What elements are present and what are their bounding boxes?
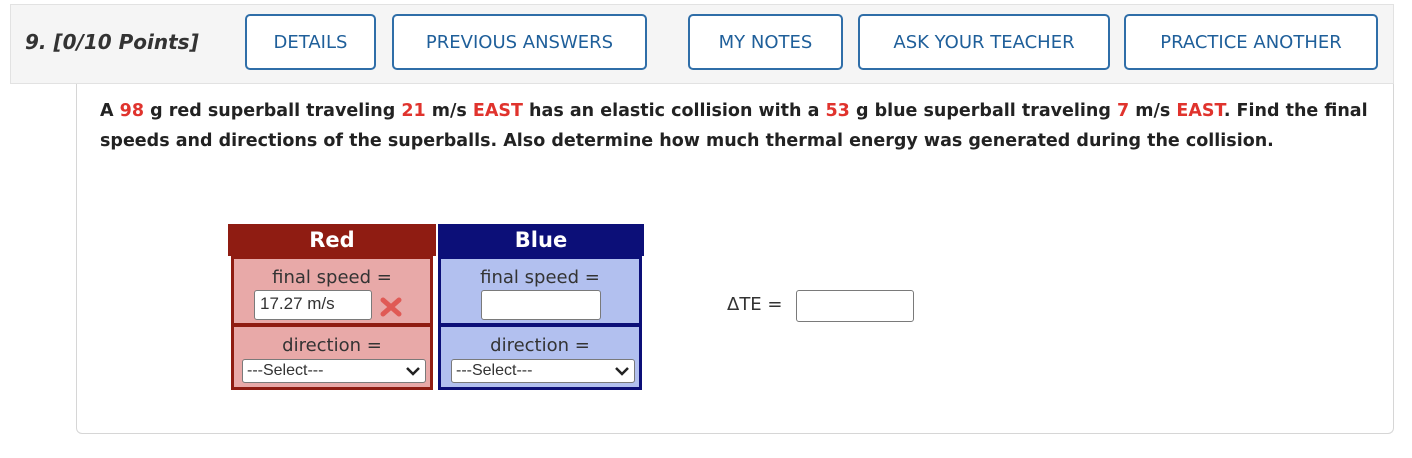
- ask-teacher-button[interactable]: ASK YOUR TEACHER: [858, 14, 1110, 70]
- thermal-energy-input[interactable]: [796, 290, 914, 322]
- red-direction-value: ---Select---: [247, 362, 324, 379]
- previous-answers-button[interactable]: PREVIOUS ANSWERS: [392, 14, 647, 70]
- blue-final-speed-label: final speed =: [480, 267, 600, 288]
- incorrect-x-icon: [380, 297, 402, 317]
- chevron-down-icon: [406, 367, 420, 376]
- red-direction-select[interactable]: ---Select---: [242, 359, 426, 383]
- red-direction-label: direction =: [282, 335, 382, 356]
- blue-final-speed-input[interactable]: [481, 290, 601, 320]
- thermal-energy-label: ΔTE =: [727, 294, 783, 315]
- blue-mass: 53: [825, 101, 850, 121]
- red-final-speed-input[interactable]: 17.27 m/s: [254, 290, 372, 320]
- practice-another-button[interactable]: PRACTICE ANOTHER: [1124, 14, 1378, 70]
- details-button[interactable]: DETAILS: [245, 14, 376, 70]
- chevron-down-icon: [615, 367, 629, 376]
- question-number: 9. [0/10 Points]: [25, 30, 199, 54]
- red-mass: 98: [119, 101, 144, 121]
- blue-direction: EAST: [1176, 101, 1224, 121]
- red-speed-cell: final speed = 17.27 m/s: [231, 256, 433, 326]
- red-speed: 21: [401, 101, 426, 121]
- blue-speed: 7: [1117, 101, 1130, 121]
- blue-direction-cell: direction = ---Select---: [438, 324, 642, 390]
- red-panel-title: Red: [228, 224, 436, 256]
- blue-direction-select[interactable]: ---Select---: [451, 359, 635, 383]
- question-text: A 98 g red superball traveling 21 m/s EA…: [100, 101, 1368, 151]
- my-notes-button[interactable]: MY NOTES: [688, 14, 843, 70]
- red-direction: EAST: [472, 101, 523, 121]
- blue-panel-title: Blue: [438, 224, 644, 256]
- blue-direction-value: ---Select---: [456, 362, 533, 379]
- blue-direction-label: direction =: [490, 335, 590, 356]
- blue-speed-cell: final speed =: [438, 256, 642, 326]
- red-direction-cell: direction = ---Select---: [231, 324, 433, 390]
- red-final-speed-label: final speed =: [272, 267, 392, 288]
